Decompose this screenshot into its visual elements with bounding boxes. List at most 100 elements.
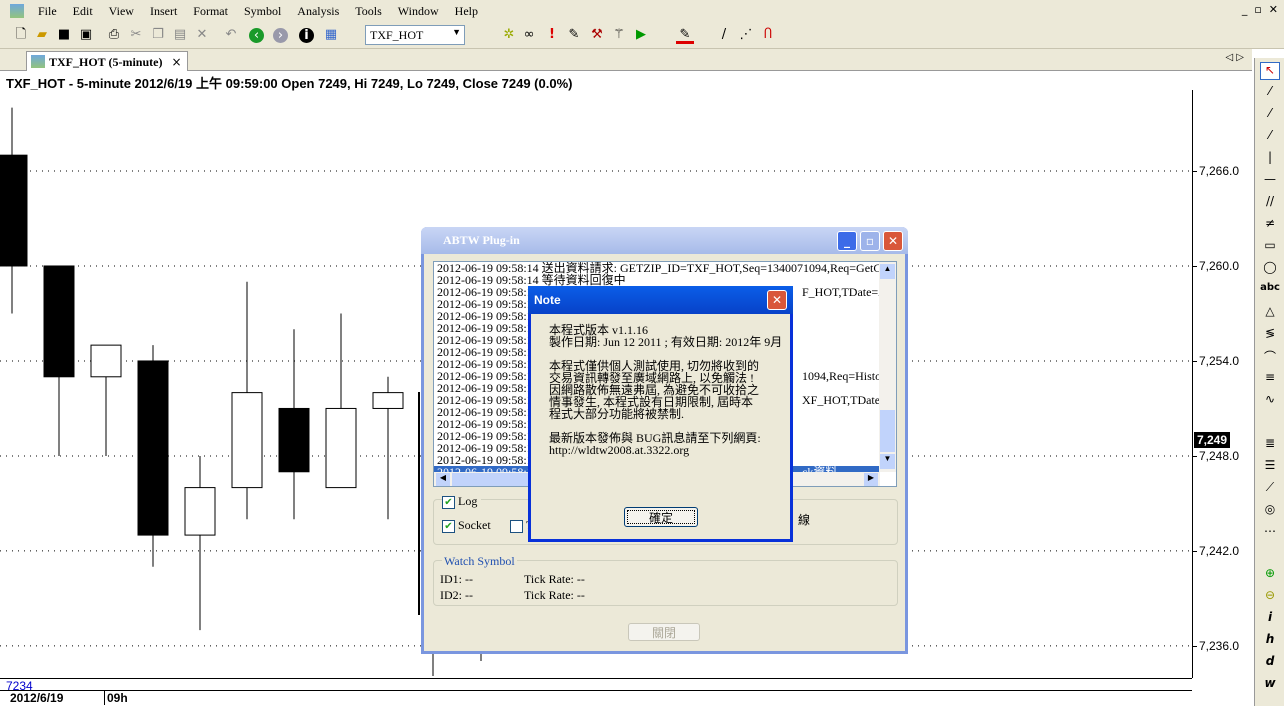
chevron-down-icon[interactable]: ▼ [452,27,461,37]
undo-icon[interactable]: ↶ [222,26,240,44]
wand-icon[interactable]: ⚚ [610,26,628,44]
extended-line-icon[interactable]: ⁄ [1260,128,1280,146]
dialog-titlebar[interactable]: ABTW Plug-in _ ▫ ✕ [421,227,908,254]
zoom-out-icon[interactable]: ⊖ [1260,588,1280,606]
pitchfork-icon[interactable]: ≠ [1260,216,1280,234]
fibonacci-icon[interactable]: ≡ [1260,370,1280,388]
text-icon[interactable]: abc [1260,282,1280,300]
cut-icon[interactable]: ✂ [127,26,145,44]
symbol-combobox[interactable]: TXF_HOT ▼ [365,25,465,45]
save-icon[interactable]: ■ [55,26,73,44]
tick-rate-1: Tick Rate: -- [524,572,585,586]
candle-body[interactable] [184,487,216,536]
save-all-icon[interactable]: ▣ [77,26,95,44]
magnet-icon[interactable]: Ⴖ [759,26,777,44]
candle-body[interactable] [325,407,357,489]
chart-icon [31,55,45,68]
close-icon[interactable]: × [171,55,181,69]
daily-icon[interactable]: d [1260,654,1280,672]
menu-view[interactable]: View [101,4,142,19]
close-plugin-button[interactable]: 關閉 [628,623,700,641]
wave-icon[interactable]: ∿ [1260,392,1280,410]
menu-window[interactable]: Window [390,4,447,19]
candle-body[interactable] [43,265,75,378]
minimize-button[interactable]: _ [837,231,857,251]
log-checkbox[interactable]: ✔ Log [442,494,482,509]
forward-icon[interactable]: › [273,28,288,43]
alert-icon[interactable]: ! [543,26,561,44]
zoom-in-icon[interactable]: ⊕ [1260,566,1280,584]
ellipse-icon[interactable]: ◯ [1260,260,1280,278]
arc-icon[interactable]: ⌒ [1260,348,1280,366]
close-button[interactable]: ✕ [883,231,903,251]
note-close-button[interactable]: ✕ [767,290,787,310]
note-titlebar[interactable]: Note ✕ [528,286,793,314]
socket-label: Socket [458,518,491,532]
paste-icon[interactable]: ▤ [171,26,189,44]
dialog-title: ABTW Plug-in [443,233,520,247]
menu-help[interactable]: Help [447,4,486,19]
channel-icon[interactable]: // [1260,194,1280,212]
window-controls[interactable]: _ ▫ ✕ [1242,3,1278,16]
gann-icon[interactable]: ≶ [1260,326,1280,344]
cycle-icon[interactable]: ⋯ [1260,524,1280,542]
weekly-icon[interactable]: w [1260,676,1280,694]
dotted-line-icon[interactable]: ⋰ [737,26,755,44]
delete-icon[interactable]: ✕ [193,26,211,44]
menu-insert[interactable]: Insert [142,4,185,19]
tab-chart[interactable]: TXF_HOT (5-minute) × [26,51,188,71]
ok-button[interactable]: 確定 [624,507,698,527]
menu-format[interactable]: Format [185,4,236,19]
pointer-icon[interactable]: ↖ [1260,62,1280,80]
hammer-icon[interactable]: ⚒ [588,26,606,44]
candle-body[interactable] [137,360,169,536]
candle-body[interactable] [372,392,404,409]
script-icon[interactable]: ✎ [565,26,583,44]
color-pen-icon[interactable]: ✎ [676,26,694,44]
menu-symbol[interactable]: Symbol [236,4,289,19]
glasses-icon[interactable]: ∞ [520,26,538,44]
candle-body[interactable] [90,344,122,378]
spiral-icon[interactable]: ◎ [1260,502,1280,520]
intraday-icon[interactable]: i [1260,610,1280,628]
print-icon[interactable]: ⎙ [105,26,123,44]
info-icon[interactable]: i [299,28,314,43]
hourly-icon[interactable]: h [1260,632,1280,650]
new-icon[interactable]: 🗋 [12,26,30,44]
line-icon[interactable]: / [715,26,733,44]
scroll-down-icon[interactable]: ▼ [880,454,895,469]
copy-icon[interactable]: ❐ [149,26,167,44]
ray-icon[interactable]: ⁄ [1260,106,1280,124]
candle-body[interactable] [278,407,310,473]
trendline-icon[interactable]: ⁄ [1260,84,1280,102]
menu-tools[interactable]: Tools [347,4,390,19]
price-axis[interactable]: 7,266.0 7,260.0 7,254.0 7,248.0 7,242.0 7,236… [1192,90,1252,678]
horizontal-line-icon[interactable]: — [1260,172,1280,190]
triangle-icon[interactable]: △ [1260,304,1280,322]
log-vscrollbar[interactable]: ▲ ▼ [879,262,896,472]
tick-rate-2: Tick Rate: -- [524,588,585,602]
socket-checkbox[interactable]: ✔ Socket [442,518,491,533]
tab-bar: TXF_HOT (5-minute) × ◁ ▷ [0,49,1252,71]
fib-levels-icon[interactable]: ≣ [1260,436,1280,454]
candle-body[interactable] [0,154,28,267]
fan-icon[interactable]: ⟋ [1260,480,1280,498]
open-icon[interactable]: ▰ [33,26,51,44]
scroll-up-icon[interactable]: ▲ [880,264,895,279]
candle-body[interactable] [231,392,263,489]
indicator-icon[interactable]: ✲ [500,26,518,44]
vertical-line-icon[interactable]: | [1260,150,1280,168]
maximize-button[interactable]: ▫ [860,231,880,251]
rectangle-icon[interactable]: ▭ [1260,238,1280,256]
app-icon [10,4,24,18]
scroll-thumb[interactable] [880,410,895,452]
back-icon[interactable]: ‹ [249,28,264,43]
speed-lines-icon[interactable]: ☰ [1260,458,1280,476]
note-line: 製作日期: Jun 12 2011 ; 有效日期: 2012年 9月 [549,335,783,349]
menu-file[interactable]: File [30,4,65,19]
tab-scroll-arrows[interactable]: ◁ ▷ [1225,52,1244,63]
play-icon[interactable]: ▶ [632,26,650,44]
format-icon[interactable]: ▦ [322,26,340,44]
menu-edit[interactable]: Edit [65,4,101,19]
menu-analysis[interactable]: Analysis [289,4,347,19]
